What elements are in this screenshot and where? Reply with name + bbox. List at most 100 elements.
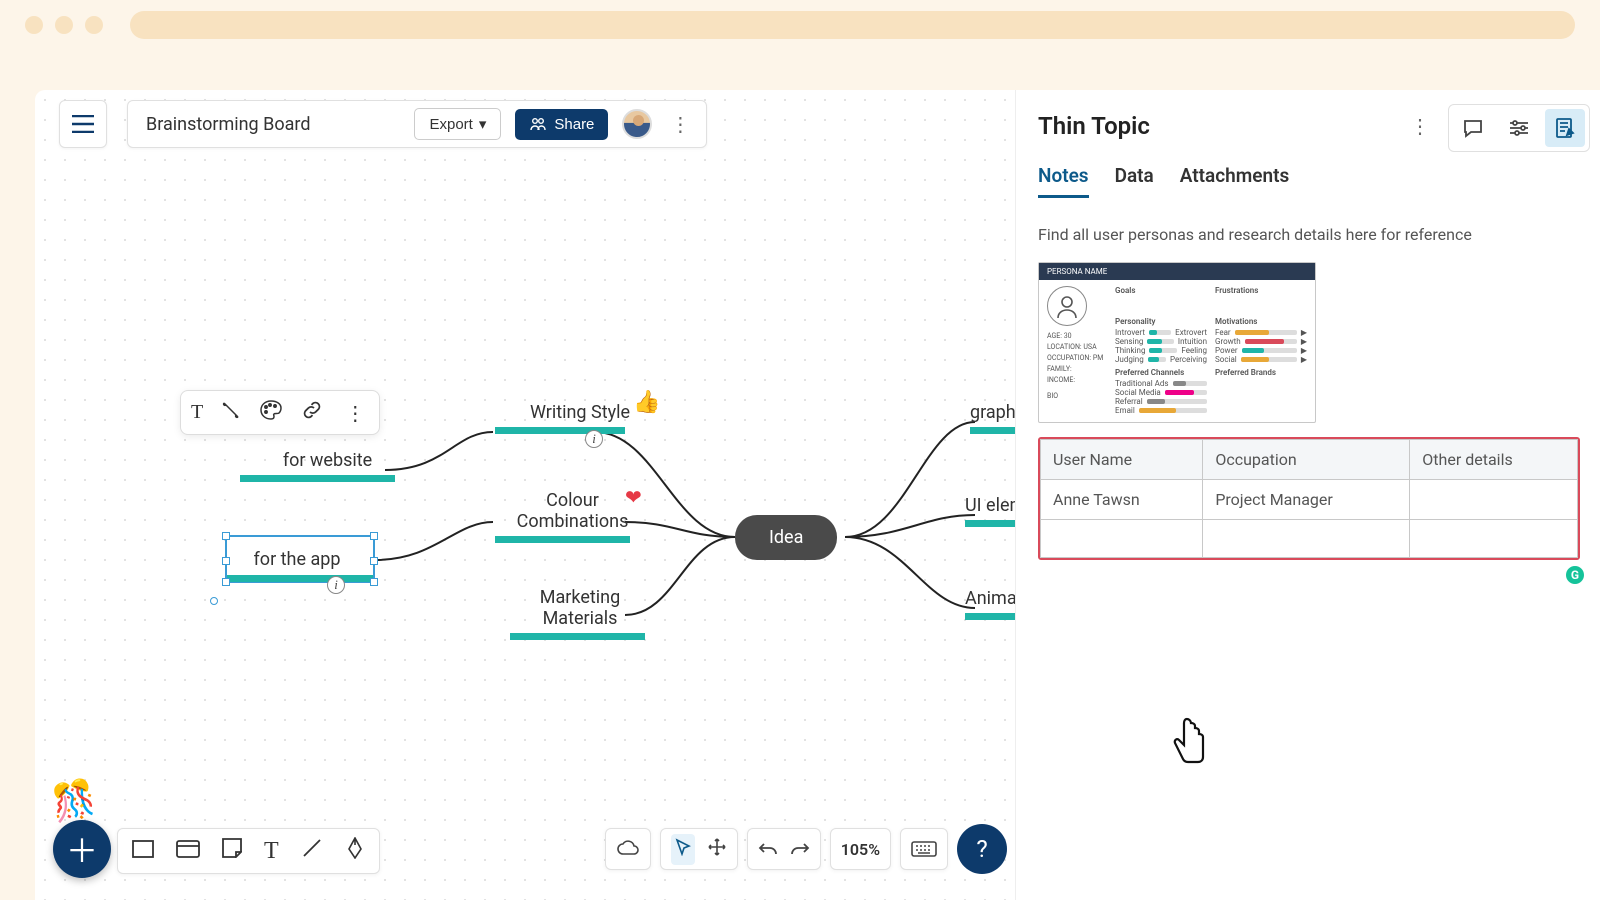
resize-handle[interactable] [370, 532, 378, 540]
cell[interactable] [1203, 520, 1410, 558]
tab-notes[interactable]: Notes [1038, 164, 1089, 198]
persona-income: INCOME: [1047, 376, 1107, 384]
node-label: for the app [254, 549, 347, 570]
lbl: Judging [1115, 355, 1144, 364]
grammarly-icon[interactable]: G [1564, 564, 1586, 586]
connector-icon[interactable] [221, 400, 241, 425]
lbl: Social Media [1115, 388, 1161, 397]
info-icon[interactable]: i [327, 576, 345, 594]
help-button[interactable]: ? [957, 824, 1007, 874]
info-icon[interactable]: i [585, 430, 603, 448]
cell[interactable] [1410, 520, 1578, 558]
lbl: Extrovert [1175, 328, 1207, 337]
cell[interactable]: Project Manager [1203, 480, 1410, 520]
persona-header: PERSONA NAME [1039, 263, 1315, 280]
window-dot [25, 16, 43, 34]
more-menu[interactable]: ⋮ [666, 112, 694, 136]
lbl: Fear [1215, 328, 1231, 337]
cell[interactable]: Anne Tawsn [1041, 480, 1203, 520]
central-node[interactable]: Idea [735, 515, 837, 560]
thumbs-up-icon: 👍 [633, 390, 660, 415]
user-table[interactable]: User Name Occupation Other details Anne … [1038, 437, 1580, 560]
lbl: Sensing [1115, 337, 1143, 346]
pointer-icon[interactable] [671, 834, 695, 865]
node-label-l1: Marketing [530, 587, 630, 608]
panel-more-icon[interactable]: ⋮ [1410, 114, 1430, 138]
confetti-icon: 🎊 [47, 776, 100, 826]
context-more-icon[interactable]: ⋮ [341, 401, 369, 425]
node-for-website[interactable]: for website [270, 450, 385, 482]
lbl: Intuition [1178, 337, 1207, 346]
canvas[interactable]: Brainstorming Board Export ▾ Share ⋮ T ⋮ [35, 90, 1015, 900]
node-label-l2: Combinations [515, 511, 630, 532]
tab-data[interactable]: Data [1115, 164, 1154, 198]
persona-location: LOCATION: USA [1047, 343, 1107, 351]
node-ui-elements[interactable]: UI eleme [965, 495, 1015, 527]
node-label: Writing Style [525, 402, 635, 423]
line-icon[interactable] [301, 837, 323, 865]
text-icon[interactable]: T [264, 838, 279, 865]
add-button[interactable]: ＋ [53, 820, 111, 878]
zoom-level[interactable]: 105% [830, 828, 891, 870]
lbl: Perceiving [1170, 355, 1207, 364]
persona-motivations-label: Motivations [1215, 317, 1307, 326]
node-for-the-app-selected[interactable]: for the app i [225, 535, 375, 583]
lbl: Traditional Ads [1115, 379, 1169, 388]
url-bar[interactable] [130, 11, 1575, 39]
board-title[interactable]: Brainstorming Board [146, 114, 310, 135]
persona-goals-label: Goals [1115, 286, 1207, 295]
rectangle-icon[interactable] [132, 839, 154, 864]
lbl: Referral [1115, 397, 1143, 406]
resize-handle[interactable] [222, 532, 230, 540]
persona-bio: BIO [1047, 392, 1107, 400]
resize-handle[interactable] [370, 557, 378, 565]
node-writing-style[interactable]: Writing Style i [525, 402, 635, 434]
settings-sliders-icon[interactable] [1499, 109, 1539, 147]
notes-text: Find all user personas and research deta… [1038, 225, 1580, 244]
node-label: Animatio [965, 588, 1015, 609]
resize-handle[interactable] [222, 557, 230, 565]
pen-icon[interactable] [345, 837, 365, 865]
redo-icon[interactable] [790, 839, 810, 860]
menu-button[interactable] [59, 100, 107, 148]
share-button[interactable]: Share [515, 109, 608, 140]
node-label: graphic s [970, 402, 1015, 423]
lbl: Thinking [1115, 346, 1145, 355]
keyboard-icon[interactable] [900, 828, 948, 870]
node-animation[interactable]: Animatio [965, 588, 1015, 620]
resize-handle[interactable] [370, 578, 378, 586]
caret-down-icon: ▾ [479, 115, 487, 133]
resize-handle[interactable] [222, 578, 230, 586]
persona-card[interactable]: PERSONA NAME AGE: 30 LOCATION: USA OCCUP… [1038, 262, 1316, 423]
context-toolbar: T ⋮ [180, 390, 380, 435]
table-row[interactable] [1041, 520, 1578, 558]
bottom-right-tools: 105% ? [605, 824, 1007, 874]
link-icon[interactable] [301, 399, 323, 426]
table-row[interactable]: Anne Tawsn Project Manager [1041, 480, 1578, 520]
sticky-note-icon[interactable] [222, 838, 242, 864]
persona-channels-label: Preferred Channels [1115, 368, 1207, 377]
move-icon[interactable] [707, 837, 727, 862]
card-icon[interactable] [176, 839, 200, 864]
lbl: Introvert [1115, 328, 1145, 337]
undo-icon[interactable] [758, 839, 778, 860]
panel-tabs: Notes Data Attachments [1038, 164, 1580, 199]
palette-icon[interactable] [259, 399, 283, 426]
edit-notes-icon[interactable] [1545, 109, 1585, 147]
text-tool-icon[interactable]: T [191, 401, 203, 424]
cloud-sync[interactable] [605, 828, 651, 870]
window-dot [85, 16, 103, 34]
node-marketing-materials[interactable]: Marketing Materials [530, 587, 630, 640]
notes-body[interactable]: Find all user personas and research deta… [1038, 225, 1580, 560]
user-avatar[interactable] [622, 109, 652, 139]
tab-attachments[interactable]: Attachments [1180, 164, 1290, 198]
comments-icon[interactable] [1453, 109, 1493, 147]
node-graphic[interactable]: graphic s [970, 402, 1015, 434]
node-colour-combinations[interactable]: Colour Combinations [515, 490, 630, 543]
cell[interactable] [1410, 480, 1578, 520]
node-label: UI eleme [965, 495, 1015, 516]
cell[interactable] [1041, 520, 1203, 558]
connector-handle[interactable] [210, 597, 218, 605]
heart-icon: ❤ [625, 485, 642, 509]
export-button[interactable]: Export ▾ [414, 108, 501, 140]
